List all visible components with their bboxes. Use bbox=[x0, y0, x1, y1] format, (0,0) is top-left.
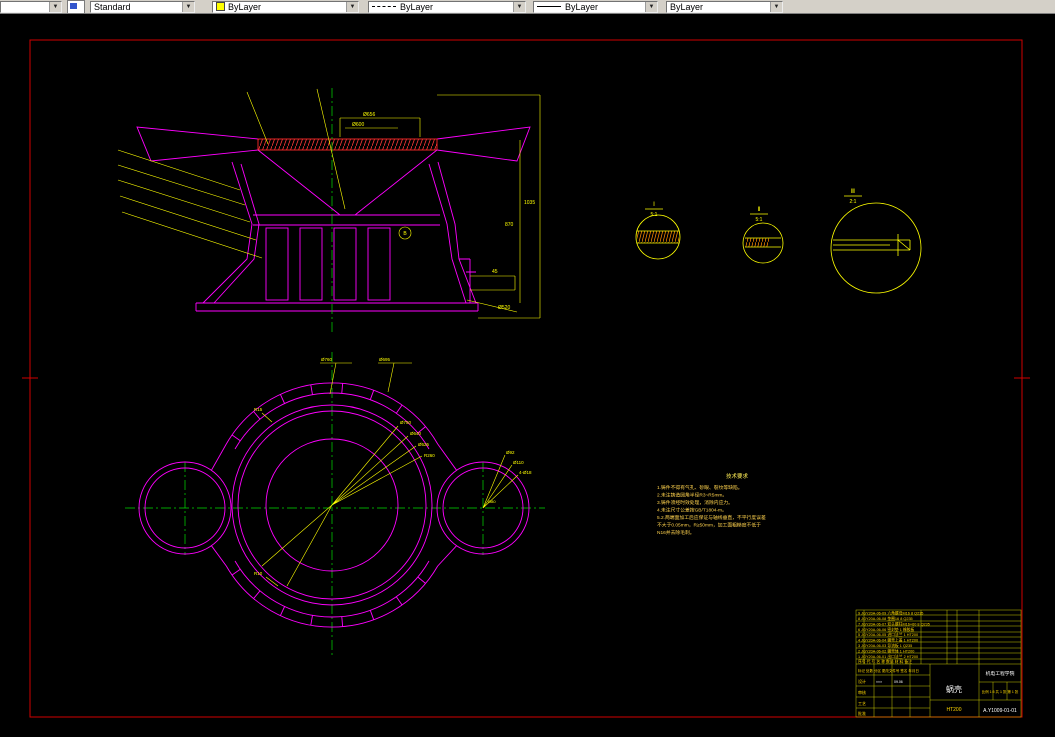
side-view-dimensions bbox=[117, 88, 541, 319]
cell-label: 审核 bbox=[858, 689, 866, 695]
text-style-combo[interactable]: Standard ▼ bbox=[90, 0, 195, 13]
cad-drawing: Ø656 Ø600 1035 870 45 Ø520 B Ⅰ 5:1 Ⅱ 5:1… bbox=[22, 39, 1030, 718]
dim-label: Ø520 bbox=[498, 305, 510, 311]
lineweight-sample-icon bbox=[537, 6, 561, 7]
dim-label: Ø695 bbox=[379, 357, 391, 362]
dim-label: 1035 bbox=[524, 200, 535, 206]
parts-list: 9 JGY20A-06-09 六角螺母M16 8 Q235 8 JGY20A-0… bbox=[858, 611, 930, 665]
parts-row: 1 JGY20A-06-01 出口法兰 2 HT200 bbox=[858, 654, 918, 659]
dim-label: Ø760 bbox=[321, 357, 333, 362]
parts-row: 2 JGY20A-06-02 蜗壳体 1 HT200 bbox=[858, 648, 914, 653]
cad-application-window: { "toolbar": { "style_label": "Standard"… bbox=[0, 0, 1055, 732]
color-swatch-icon bbox=[216, 2, 225, 11]
parts-header-row: 序号 代 号 名 称 数量 材 料 备注 bbox=[858, 659, 912, 664]
dim-label: R260 bbox=[424, 453, 435, 458]
toolbar: ▼ Standard ▼ ByLayer ▼ ByLayer ▼ ByLayer… bbox=[0, 0, 1055, 14]
cell-label: 设计 bbox=[858, 678, 866, 684]
plan-view-dimension-labels: Ø750 Ø640 Ø525 R260 Ø92 Ø110 4-Ø18 Ø760 … bbox=[254, 357, 532, 576]
parts-row: 6 JGY20A-06-06 密封垫 1 橡胶板 bbox=[858, 627, 915, 632]
detail-scale-label: 5:1 bbox=[756, 217, 763, 223]
part-name: 蜗壳 bbox=[946, 684, 962, 694]
named-view-combo[interactable]: ▼ bbox=[0, 0, 62, 13]
lineweight-control-combo[interactable]: ByLayer ▼ bbox=[533, 0, 658, 13]
plotstyle-control-combo[interactable]: ByLayer ▼ bbox=[666, 0, 783, 13]
note-line: 5.2.两端面加工后应保证与轴线垂直，不平行度误差 bbox=[657, 514, 766, 521]
linetype-control-combo[interactable]: ByLayer ▼ bbox=[368, 0, 526, 13]
dim-label: Ø525 bbox=[418, 442, 430, 447]
cell-label: 批准 bbox=[858, 710, 866, 716]
chevron-down-icon[interactable]: ▼ bbox=[49, 1, 61, 12]
chevron-down-icon[interactable]: ▼ bbox=[182, 1, 194, 12]
cell-label: 工艺 bbox=[858, 701, 866, 706]
parts-row: 9 JGY20A-06-09 六角螺母M16 8 Q235 bbox=[858, 611, 923, 616]
note-line: 3.铸件须经时效处理，消除内应力。 bbox=[657, 499, 733, 506]
designer-name: ××× bbox=[876, 680, 882, 684]
dim-label: Ø80 bbox=[488, 499, 496, 504]
parts-row: 7 JGY20A-06-07 双头螺柱M16×60 8 Q235 bbox=[858, 621, 930, 626]
color-control-combo[interactable]: ByLayer ▼ bbox=[212, 0, 359, 13]
dim-label: Ø92 bbox=[506, 450, 515, 455]
detail-views bbox=[635, 195, 922, 294]
note-line: 不大于0.05mm，R≥50mm，加工面粗糙度不低于 bbox=[657, 522, 761, 529]
plan-view bbox=[138, 382, 530, 628]
detail-marker-label: B bbox=[403, 231, 407, 237]
chevron-down-icon[interactable]: ▼ bbox=[346, 1, 358, 12]
chevron-down-icon[interactable]: ▼ bbox=[770, 1, 782, 12]
detail-scale-label: 5:1 bbox=[651, 212, 658, 218]
parts-row: 8 JGY20A-06-08 垫圈16 8 Q235 bbox=[858, 616, 913, 621]
revision-header-row: 标记 处数 分区 更改文件号 签名 年月日 bbox=[858, 668, 919, 673]
text-style-value: Standard bbox=[94, 1, 131, 12]
color-control-value: ByLayer bbox=[228, 1, 262, 12]
chevron-down-icon[interactable]: ▼ bbox=[513, 1, 525, 12]
note-line: 1.铸件不得有气孔、砂眼、裂纹等缺陷。 bbox=[657, 484, 743, 491]
material-value: HT200 bbox=[946, 707, 961, 713]
notes-title: 技术要求 bbox=[726, 472, 749, 480]
linetype-sample-icon bbox=[372, 6, 396, 7]
parts-row: 4 JGY20A-06-04 蜗壳上盖 1 HT200 bbox=[858, 638, 918, 643]
lineweight-control-value: ByLayer bbox=[565, 1, 599, 12]
organization-name: 机电工程学院 bbox=[986, 670, 1015, 677]
note-line: 4.未注尺寸公差按GB/T1804-m。 bbox=[657, 507, 727, 514]
note-line: N16并去除毛刺。 bbox=[657, 529, 695, 536]
dim-label: R10 bbox=[254, 571, 263, 576]
layer-properties-icon[interactable] bbox=[67, 0, 85, 14]
plotstyle-control-value: ByLayer bbox=[670, 1, 704, 12]
dim-label: 870 bbox=[505, 222, 514, 228]
title-block: 9 JGY20A-06-09 六角螺母M16 8 Q235 8 JGY20A-0… bbox=[855, 609, 1022, 718]
drawing-canvas[interactable]: Ø656 Ø600 1035 870 45 Ø520 B Ⅰ 5:1 Ⅱ 5:1… bbox=[0, 14, 1055, 732]
dim-label: Ø110 bbox=[513, 460, 524, 465]
detail-label: Ⅲ bbox=[851, 189, 855, 195]
detail-label: Ⅱ bbox=[758, 207, 761, 213]
linetype-control-value: ByLayer bbox=[400, 1, 434, 12]
dim-label: Ø656 bbox=[363, 112, 375, 118]
chevron-down-icon[interactable]: ▼ bbox=[645, 1, 657, 12]
parts-row: 5 JGY20A-06-05 进口法兰 1 HT200 bbox=[858, 632, 918, 637]
detail-view-labels: Ⅰ 5:1 Ⅱ 5:1 Ⅲ 2:1 bbox=[651, 189, 857, 223]
detail-scale-label: 2:1 bbox=[850, 199, 857, 205]
dim-label: 45 bbox=[492, 269, 498, 275]
technical-notes: 技术要求 1.铸件不得有气孔、砂眼、裂纹等缺陷。 2.未注铸造圆角半径R3~R5… bbox=[657, 472, 766, 536]
date-value: 09.06 bbox=[894, 680, 903, 684]
note-line: 2.未注铸造圆角半径R3~R5mm。 bbox=[657, 492, 727, 499]
drawing-number: A.Y1009-01-01 bbox=[983, 708, 1017, 714]
dim-label: Ø600 bbox=[352, 122, 364, 128]
dim-label: Ø640 bbox=[410, 431, 422, 436]
parts-row: 3 JGY20A-06-03 导流板 1 Q235 bbox=[858, 643, 912, 648]
plan-view-dimensions bbox=[261, 362, 519, 587]
dim-label: Ø750 bbox=[400, 420, 412, 425]
dim-label: 4-Ø18 bbox=[519, 470, 532, 475]
side-section-view bbox=[136, 126, 531, 312]
scale-row: 比例 1:5 共 1 张 第 1 张 bbox=[982, 689, 1019, 694]
dim-label: R15 bbox=[254, 407, 263, 412]
detail-label: Ⅰ bbox=[653, 202, 655, 208]
